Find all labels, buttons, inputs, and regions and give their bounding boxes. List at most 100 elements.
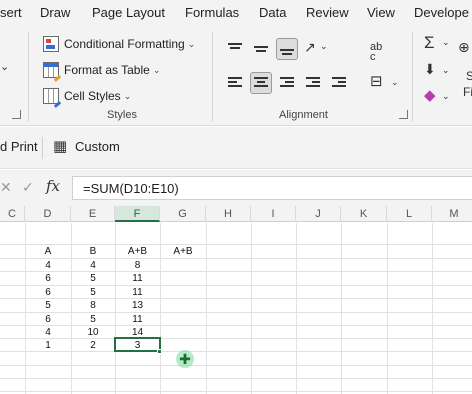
clear-eraser-icon[interactable]: ◆	[424, 88, 436, 103]
align-left-button[interactable]	[224, 72, 246, 94]
table-cell[interactable]: 11	[115, 313, 160, 326]
active-cell-border[interactable]	[114, 337, 161, 352]
custom-button[interactable]: Custom	[75, 139, 120, 154]
tab-view[interactable]: View	[367, 5, 395, 20]
column-header-j[interactable]: J	[296, 206, 341, 222]
conditional-formatting-label: Conditional Formatting	[64, 37, 185, 51]
column-header-g[interactable]: G	[160, 206, 206, 222]
chevron-down-icon[interactable]: ⌄	[320, 42, 328, 51]
align-right-icon	[280, 77, 294, 89]
tab-data[interactable]: Data	[259, 5, 286, 20]
cell-styles-icon	[43, 88, 59, 104]
fill-handle[interactable]	[157, 349, 162, 354]
middle-align-icon	[254, 43, 268, 55]
find-select-label[interactable]: Fi	[463, 86, 472, 98]
table-cell[interactable]: 5	[71, 286, 115, 299]
ribbon: ⌄ Conditional Formatting ⌄ Format as Tab…	[0, 26, 472, 126]
column-header-f[interactable]: F	[115, 206, 160, 222]
dialog-launcher-icon[interactable]	[399, 110, 408, 119]
chevron-down-icon[interactable]: ⌄	[391, 78, 399, 87]
table-cell[interactable]: 11	[115, 286, 160, 299]
table-cell[interactable]: 4	[25, 326, 71, 339]
chevron-down-icon[interactable]: ⌄	[442, 92, 450, 101]
table-cell[interactable]: 2	[71, 339, 115, 352]
chevron-down-icon: ⌄	[187, 38, 196, 49]
table-cell[interactable]: 8	[115, 259, 160, 272]
enter-icon[interactable]: ✓	[22, 180, 34, 194]
table-cell[interactable]: 1	[25, 339, 71, 352]
formula-input[interactable]: =SUM(D10:E10)	[72, 176, 472, 200]
increase-indent-icon	[332, 77, 346, 89]
align-center-button[interactable]	[250, 72, 272, 94]
table-cell[interactable]: 13	[115, 299, 160, 312]
table-cell[interactable]: 5	[71, 272, 115, 285]
column-header-m[interactable]: M	[432, 206, 472, 222]
chevron-down-icon[interactable]: ⌄	[442, 38, 450, 47]
column-headers: C D E F G H I J K L M	[0, 206, 472, 222]
crosshair-cursor-icon: ✚	[179, 351, 191, 367]
format-as-table-button[interactable]: Format as Table ⌄	[43, 60, 160, 80]
tab-formulas[interactable]: Formulas	[185, 5, 239, 20]
table-cell[interactable]: 4	[71, 259, 115, 272]
tab-draw[interactable]: Draw	[40, 5, 70, 20]
increase-indent-button[interactable]	[328, 72, 350, 94]
tab-insert[interactable]: sert	[0, 5, 22, 20]
table-cell[interactable]: 5	[71, 313, 115, 326]
table-cell[interactable]: 8	[71, 299, 115, 312]
table-cell[interactable]: 10	[71, 326, 115, 339]
table-cell[interactable]: 4	[25, 259, 71, 272]
quick-commands-bar: d Print ▦ Custom	[0, 127, 472, 169]
table-cell[interactable]: 11	[115, 272, 160, 285]
middle-align-button[interactable]	[250, 38, 272, 60]
column-header-e[interactable]: E	[71, 206, 115, 222]
cell-g-header[interactable]: A+B	[160, 245, 206, 258]
cell-e-header[interactable]: B	[71, 245, 115, 258]
column-header-c[interactable]: C	[0, 206, 25, 222]
decrease-indent-button[interactable]	[302, 72, 324, 94]
worksheet-grid[interactable]: A B A+B A+B 4 4 8 6 5 11 6 5 11 5 8 13 6…	[0, 223, 472, 394]
wrap-text-icon[interactable]: ab c	[370, 42, 382, 63]
column-header-k[interactable]: K	[341, 206, 387, 222]
tab-page-layout[interactable]: Page Layout	[92, 5, 165, 20]
column-header-h[interactable]: H	[206, 206, 251, 222]
sort-filter-label[interactable]: S	[466, 70, 472, 82]
format-as-table-label: Format as Table	[64, 63, 150, 77]
mouse-cursor-highlight: ✚	[176, 350, 194, 368]
decrease-indent-icon	[306, 77, 320, 89]
orientation-icon[interactable]: ↗	[304, 40, 316, 54]
table-cell[interactable]: 6	[25, 313, 71, 326]
top-align-button[interactable]	[224, 38, 246, 60]
dialog-launcher-icon[interactable]	[12, 110, 21, 119]
column-header-i[interactable]: I	[251, 206, 296, 222]
calculator-icon: ▦	[53, 138, 68, 155]
bottom-align-button[interactable]	[276, 38, 298, 60]
autosum-icon[interactable]: Σ	[424, 34, 435, 51]
table-cell[interactable]: 6	[25, 272, 71, 285]
bottom-align-icon	[280, 43, 294, 55]
chevron-down-icon: ⌄	[152, 64, 161, 75]
sort-filter-icon[interactable]: ⊕	[458, 40, 470, 54]
cell-f-header[interactable]: A+B	[115, 245, 160, 258]
tab-review[interactable]: Review	[306, 5, 349, 20]
tab-developer[interactable]: Develope	[414, 5, 469, 20]
chevron-down-icon[interactable]: ⌄	[0, 62, 9, 73]
conditional-formatting-button[interactable]: Conditional Formatting ⌄	[43, 34, 195, 54]
column-header-l[interactable]: L	[387, 206, 432, 222]
column-header-d[interactable]: D	[25, 206, 71, 222]
table-cell[interactable]: 6	[25, 286, 71, 299]
styles-group-label: Styles	[107, 109, 137, 121]
align-center-icon	[254, 77, 268, 89]
cell-styles-button[interactable]: Cell Styles ⌄	[43, 86, 131, 106]
cell-d-header[interactable]: A	[25, 245, 71, 258]
align-right-button[interactable]	[276, 72, 298, 94]
ribbon-separator	[28, 32, 29, 122]
print-button[interactable]: d Print	[0, 139, 38, 154]
ribbon-separator	[212, 32, 213, 122]
insert-function-icon[interactable]: fx	[46, 179, 60, 194]
table-cell[interactable]: 5	[25, 299, 71, 312]
merge-center-icon[interactable]: ⊟	[370, 74, 383, 89]
fill-icon[interactable]: ⬇	[424, 62, 436, 76]
cancel-icon[interactable]: ✕	[0, 180, 12, 194]
align-left-icon	[228, 77, 242, 89]
chevron-down-icon[interactable]: ⌄	[442, 66, 450, 75]
